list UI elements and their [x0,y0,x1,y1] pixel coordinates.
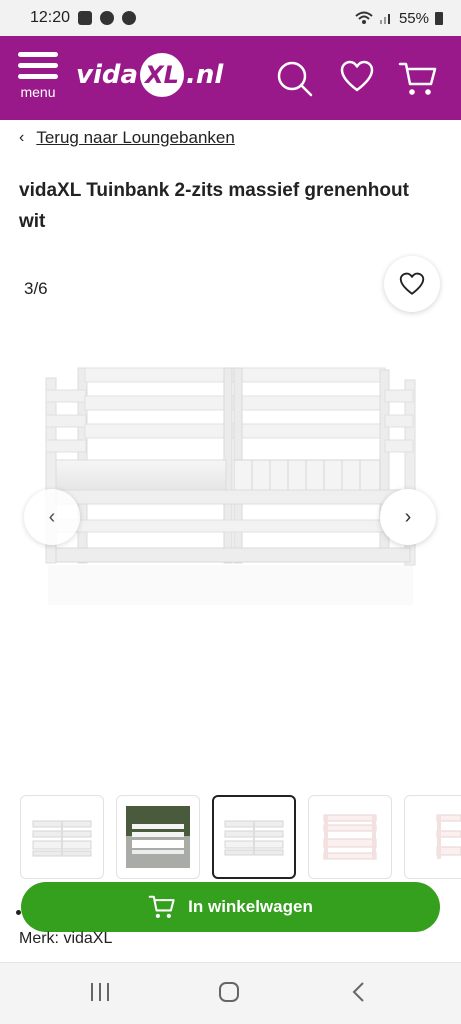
thumbnail-2[interactable] [116,795,200,879]
thumbnail-1[interactable] [20,795,104,879]
image-counter: 3/6 [24,279,48,298]
battery-level: 55% [398,9,429,27]
recents-icon[interactable] [89,981,111,1003]
menu-button[interactable]: menu [16,52,60,102]
wifi-icon [355,11,373,24]
site-header: menu vida XL .nl [0,36,461,120]
chevron-left-icon: ‹ [19,129,25,146]
message-notification-icon [122,11,137,25]
search-icon[interactable] [276,60,314,98]
heart-icon[interactable] [340,60,374,94]
chevron-right-icon: › [404,505,412,528]
thumbnail-strip [20,795,461,881]
logo-nl-text: .nl [186,60,224,90]
pagination-dot [16,910,21,915]
logo-xl-badge: XL [140,53,185,97]
menu-label: menu [20,84,56,100]
chevron-left-icon: ‹ [48,505,56,528]
logo-vida-text: vida [76,60,139,90]
cart-icon [148,895,175,918]
thumbnail-3-selected[interactable] [212,795,296,879]
brand-line: Merk: vidaXL [19,930,113,947]
status-bar: 12:20 55% [0,0,461,36]
menu-icon [16,52,60,79]
product-title: vidaXL Tuinbank 2-zits massief grenenhou… [19,180,409,232]
back-to-category-link[interactable]: Terug naar Loungebanken [36,128,235,148]
gallery-notification-icon [78,11,93,25]
thumbnail-4[interactable] [308,795,392,879]
signal-icon [379,14,390,24]
vidaxl-logo[interactable]: vida XL .nl [76,50,223,100]
battery-icon [435,11,443,25]
home-icon[interactable] [218,981,240,1003]
status-time: 12:20 [30,9,71,26]
favorite-button[interactable] [384,256,440,312]
favorite-heart-icon [399,272,425,295]
back-icon[interactable] [348,981,370,1003]
thumbnail-5[interactable] [404,795,461,879]
android-nav-bar [0,962,461,1024]
add-to-cart-button[interactable]: In winkelwagen [21,882,440,932]
previous-image-button[interactable]: ‹ [24,489,80,545]
product-image[interactable] [40,360,420,610]
cart-icon[interactable] [398,60,438,98]
whatsapp-notification-icon [100,11,115,25]
next-image-button[interactable]: › [380,489,436,545]
breadcrumb: ‹ Terug naar Loungebanken [19,128,235,148]
add-to-cart-label: In winkelwagen [188,897,313,916]
